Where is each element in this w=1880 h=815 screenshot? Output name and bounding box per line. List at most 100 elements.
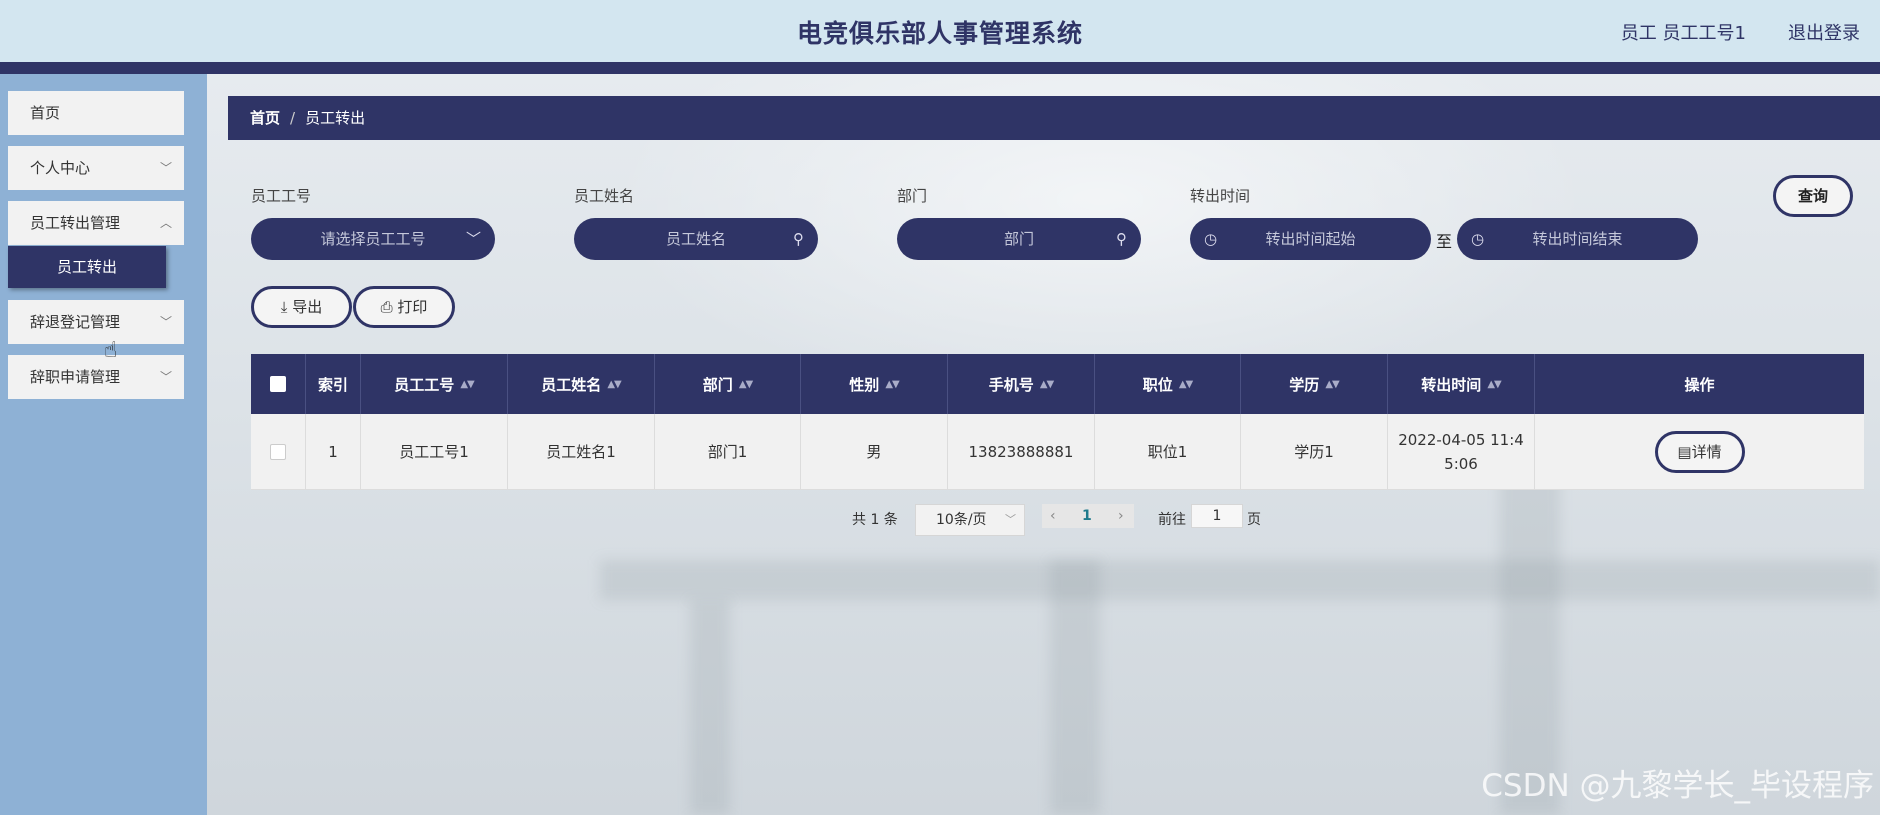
dept-input[interactable]: 部门 ⚲	[897, 218, 1141, 260]
transfer-time-end-input[interactable]: ◷ 转出时间结束	[1457, 218, 1698, 260]
transfer-time-line-2: 5:06	[1444, 454, 1478, 473]
hand-cursor-icon: ☝	[104, 338, 118, 363]
col-header-education[interactable]: 学历 ▲▼	[1241, 354, 1388, 414]
sort-icon[interactable]: ▲▼	[1487, 379, 1501, 390]
col-header-label: 部门	[702, 375, 733, 394]
col-header-label: 员工姓名	[541, 375, 602, 394]
col-header-label: 转出时间	[1421, 375, 1482, 394]
col-header-actions: 操作	[1535, 354, 1864, 414]
sidebar-item-personal-center[interactable]: 个人中心 ﹀	[8, 146, 184, 190]
cell-emp-name: 员工姓名1	[508, 414, 655, 489]
export-button[interactable]: ⤓ 导出	[251, 286, 352, 328]
chevron-up-icon: ︿	[159, 216, 172, 230]
breadcrumb-current: 员工转出	[305, 109, 366, 127]
sidebar-item-label: 首页	[30, 104, 61, 122]
sort-icon[interactable]: ▲▼	[460, 379, 474, 390]
current-page[interactable]: 1	[1082, 504, 1092, 528]
sidebar-item-resignation-management[interactable]: 辞职申请管理 ﹀	[8, 355, 184, 399]
cell-actions: ▤ 详情	[1535, 414, 1864, 489]
col-header-label: 手机号	[988, 375, 1034, 394]
col-header-phone[interactable]: 手机号 ▲▼	[948, 354, 1095, 414]
cell-dept: 部门1	[655, 414, 801, 489]
detail-button[interactable]: ▤ 详情	[1654, 430, 1745, 473]
sidebar-item-home[interactable]: 首页	[8, 91, 184, 135]
breadcrumb: 首页 / 员工转出	[228, 96, 1880, 140]
sidebar-item-dismissal-management[interactable]: 辞退登记管理 ﹀	[8, 300, 184, 344]
cell-education: 学历1	[1241, 414, 1388, 489]
row-checkbox[interactable]	[270, 443, 286, 460]
table-row: 1 员工工号1 员工姓名1 部门1 男 13823888881 职位1 学历1 …	[251, 414, 1864, 490]
breadcrumb-separator: /	[290, 109, 296, 127]
printer-icon: ⎙	[380, 298, 398, 316]
table-header: 索引 员工工号 ▲▼ 员工姓名 ▲▼ 部门 ▲▼ 性别 ▲▼ 手机号 ▲▼ 职位 ▲▼ 学历…	[251, 354, 1864, 414]
sort-icon[interactable]: ▲▼	[1040, 379, 1054, 390]
search-icon: ⚲	[1116, 230, 1127, 248]
page-size-select[interactable]: 10条/页 ﹀	[915, 504, 1025, 536]
emp-no-select[interactable]: 请选择员工工号 ﹀	[251, 218, 495, 260]
next-page-icon[interactable]: ›	[1118, 504, 1124, 528]
export-label: 导出	[292, 298, 323, 316]
sidebar-item-label: 辞职申请管理	[30, 368, 121, 386]
pagination-pager: ‹ 1 ›	[1042, 504, 1134, 528]
col-header-label: 操作	[1684, 375, 1715, 394]
bg-blur-pole	[1050, 560, 1100, 815]
col-header-gender[interactable]: 性别 ▲▼	[801, 354, 948, 414]
sidebar-item-transfer-management[interactable]: 员工转出管理 ︿	[8, 201, 184, 245]
col-header-index: 索引	[306, 354, 361, 414]
transfer-time-end-placeholder: 转出时间结束	[1532, 230, 1623, 248]
dept-label: 部门	[897, 187, 928, 205]
chevron-down-icon: ﹀	[1005, 513, 1016, 526]
emp-name-input[interactable]: 员工姓名 ⚲	[574, 218, 818, 260]
row-select-cell	[251, 414, 306, 489]
dept-placeholder: 部门	[1003, 230, 1034, 248]
emp-name-placeholder: 员工姓名	[665, 230, 726, 248]
col-header-label: 学历	[1289, 375, 1320, 394]
emp-no-placeholder: 请选择员工工号	[320, 230, 426, 248]
col-header-label: 索引	[317, 375, 348, 394]
transfer-time-line-1: 2022-04-05 11:4	[1398, 430, 1524, 449]
cell-transfer-time: 2022-04-05 11:4 5:06	[1388, 414, 1535, 489]
bg-blur-pole	[1500, 440, 1560, 815]
sidebar-subitem-transfer[interactable]: 员工转出	[8, 246, 166, 288]
sort-icon[interactable]: ▲▼	[885, 379, 899, 390]
col-header-dept[interactable]: 部门 ▲▼	[655, 354, 801, 414]
select-all-checkbox[interactable]	[270, 376, 286, 392]
range-to-label: 至	[1436, 232, 1453, 251]
download-icon: ⤓	[280, 298, 293, 316]
col-header-label: 性别	[849, 375, 880, 394]
pagination-total: 共 1 条	[852, 512, 898, 528]
col-header-emp-no[interactable]: 员工工号 ▲▼	[361, 354, 508, 414]
header-divider	[0, 62, 1880, 74]
sort-icon[interactable]: ▲▼	[607, 379, 621, 390]
cell-position: 职位1	[1095, 414, 1241, 489]
clock-icon: ◷	[1471, 230, 1485, 248]
sort-icon[interactable]: ▲▼	[739, 379, 753, 390]
prev-page-icon[interactable]: ‹	[1050, 504, 1056, 528]
breadcrumb-home[interactable]: 首页	[250, 109, 280, 127]
col-header-transfer-time[interactable]: 转出时间 ▲▼	[1388, 354, 1535, 414]
cell-phone: 13823888881	[948, 414, 1095, 489]
cell-emp-no: 员工工号1	[361, 414, 508, 489]
logout-link[interactable]: 退出登录	[1788, 19, 1860, 45]
current-user: 员工 员工工号1	[1620, 23, 1746, 44]
print-button[interactable]: ⎙ 打印	[353, 286, 455, 328]
emp-name-label: 员工姓名	[574, 187, 635, 205]
query-button[interactable]: 查询	[1773, 175, 1853, 217]
sort-icon[interactable]: ▲▼	[1179, 379, 1193, 390]
col-header-label: 员工工号	[394, 375, 455, 394]
app-title: 电竞俱乐部人事管理系统	[796, 19, 1083, 48]
bg-blur-beam	[600, 560, 1880, 600]
goto-page-input[interactable]: 1	[1191, 504, 1243, 528]
document-icon: ▤	[1677, 442, 1692, 461]
transfer-time-start-input[interactable]: ◷ 转出时间起始	[1190, 218, 1431, 260]
chevron-down-icon: ﹀	[465, 230, 481, 248]
transfer-time-label: 转出时间	[1190, 187, 1251, 205]
sidebar-item-label: 个人中心	[30, 159, 91, 177]
sort-icon[interactable]: ▲▼	[1325, 379, 1339, 390]
cell-index: 1	[306, 414, 361, 489]
col-header-position[interactable]: 职位 ▲▼	[1095, 354, 1241, 414]
bg-blur-pole	[690, 600, 730, 815]
emp-no-label: 员工工号	[251, 187, 312, 205]
col-header-emp-name[interactable]: 员工姓名 ▲▼	[508, 354, 655, 414]
sidebar-item-label: 辞退登记管理	[30, 313, 121, 331]
